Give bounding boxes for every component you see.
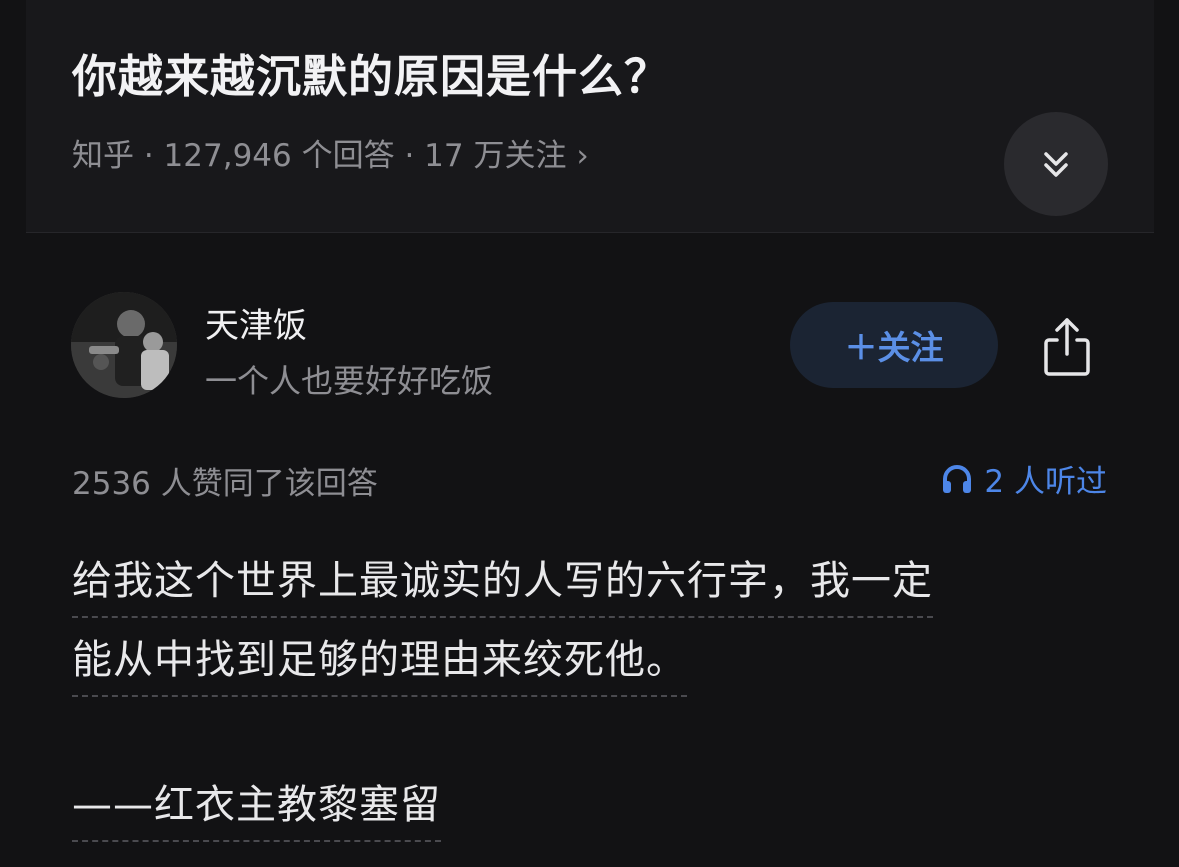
author-name[interactable]: 天津饭 (205, 298, 307, 347)
double-chevron-down-icon (1044, 152, 1068, 177)
listener-count: 2 人听过 (984, 464, 1107, 500)
headphones-icon (943, 464, 972, 493)
header-divider (26, 232, 1154, 233)
avatar[interactable] (71, 292, 177, 398)
author-bio: 一个人也要好好吃饭 (205, 362, 494, 400)
share-icon (1044, 318, 1090, 376)
answer-line: ——红衣主教黎塞留 (72, 772, 441, 842)
vote-count: 2536 人赞同了该回答 (72, 466, 378, 502)
question-header (26, 0, 1154, 232)
answer-line: 给我这个世界上最诚实的人写的六行字，我一定 (72, 548, 933, 618)
follow-button[interactable]: ＋关注 (790, 302, 998, 388)
answer-line: 能从中找到足够的理由来绞死他。 (72, 627, 687, 697)
question-meta[interactable]: 知乎 · 127,946 个回答 · 17 万关注 › (72, 130, 589, 175)
answer-page: 你越来越沉默的原因是什么？ 知乎 · 127,946 个回答 · 17 万关注 … (0, 0, 1179, 867)
share-button[interactable] (1032, 312, 1102, 382)
avatar-photo (71, 292, 177, 398)
collapse-button[interactable] (1004, 112, 1108, 216)
listen-info[interactable]: 2 人听过 (940, 456, 1107, 501)
question-title[interactable]: 你越来越沉默的原因是什么？ (72, 40, 670, 105)
